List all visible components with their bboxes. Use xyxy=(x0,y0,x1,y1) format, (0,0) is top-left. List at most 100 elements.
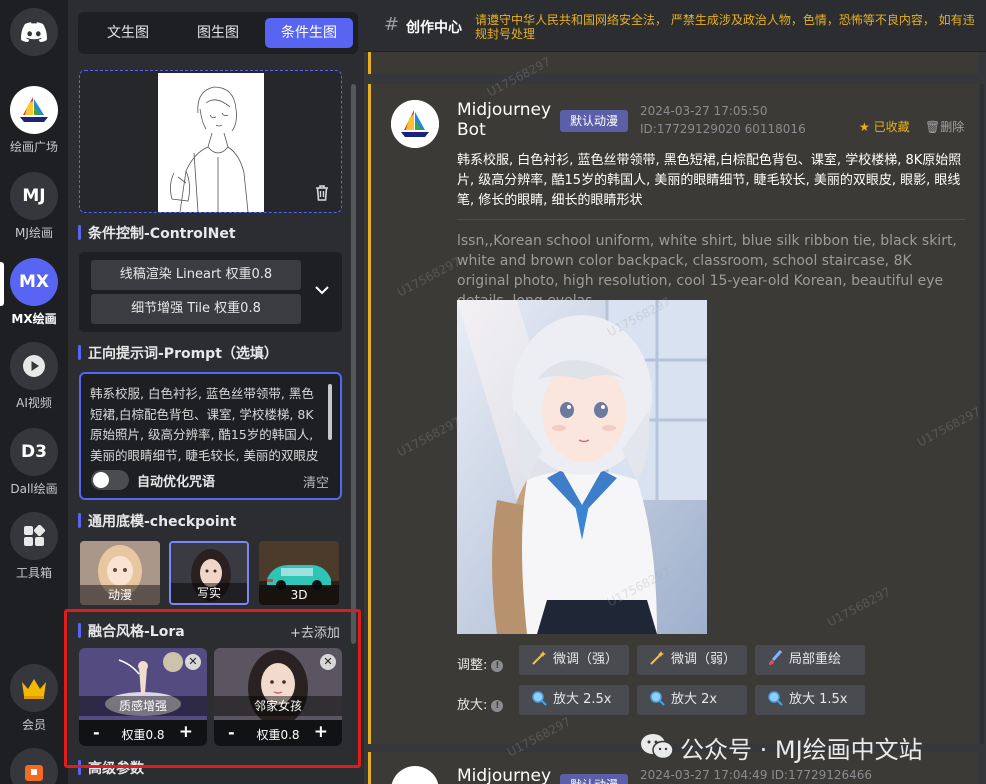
main-area: # 创作中心 请遵守中华人民共和国网络安全法， 严禁生成涉及政治人物，色情，恐怖… xyxy=(364,0,986,784)
wechat-watermark: 公众号 · MJ绘画中文站 xyxy=(640,726,970,766)
gift-icon xyxy=(10,748,58,784)
star-icon: ★ xyxy=(859,120,870,134)
controlnet-lineart-item[interactable]: 线稿渲染 Lineart 权重0.8 xyxy=(91,260,301,290)
notice-text: 请遵守中华人民共和国网络安全法， 严禁生成涉及政治人物，色情，恐怖等不良内容， … xyxy=(475,13,975,41)
card-meta: 2024-03-27 17:04:49 ID:17729126466 xyxy=(640,768,873,782)
style-badge: 默认动漫 xyxy=(560,774,629,784)
vary-strong-button[interactable]: 微调（强） xyxy=(519,645,629,675)
rail-label: 会员 xyxy=(21,718,46,732)
rail-label: MX绘画 xyxy=(11,312,57,326)
wechat-icon xyxy=(641,734,674,760)
rail-item-vip[interactable]: 会员 xyxy=(0,664,68,733)
brush-icon xyxy=(769,650,783,665)
wechat-label: 公众号 · MJ绘画中文站 xyxy=(680,736,923,764)
rail-item-mj[interactable]: MJ MJ绘画 xyxy=(0,172,68,241)
divider xyxy=(457,219,965,220)
model-3d[interactable]: 3D xyxy=(259,541,339,605)
prompt-title: 正向提示词-Prompt（选填） xyxy=(78,343,278,363)
bot-avatar xyxy=(391,766,439,784)
grid-icon xyxy=(10,512,58,560)
controlnet-box[interactable]: 线稿渲染 Lineart 权重0.8 细节增强 Tile 权重0.8 xyxy=(79,252,342,332)
rail-item-tools[interactable]: 工具箱 xyxy=(0,512,68,581)
rail-item-mx[interactable]: MX MX绘画 xyxy=(0,258,68,327)
card-meta: 2024-03-27 17:05:50 ID:17729129020 60118… xyxy=(640,104,806,136)
play-icon xyxy=(10,342,58,390)
prompt-cn: 韩系校服, 白色衬衫, 蓝色丝带领带, 黑色短裙,白棕配色背包、课室, 学校楼梯… xyxy=(457,153,962,208)
bot-name: Midjourney xyxy=(457,766,552,784)
help-icon[interactable]: ! xyxy=(491,660,504,672)
inpaint-button[interactable]: 局部重绘 xyxy=(755,645,865,675)
lineart-sketch-image xyxy=(158,73,264,212)
tab-conditional[interactable]: 条件生图 xyxy=(265,18,353,48)
main-scrollbar[interactable] xyxy=(980,84,984,744)
upscale-1.5x-button[interactable]: 放大 1.5x xyxy=(755,685,865,715)
rail-item-more[interactable] xyxy=(0,748,68,784)
favorite-button[interactable]: ★ 已收藏 xyxy=(859,118,910,135)
sailboat-logo-icon xyxy=(10,86,58,134)
bot-name: Midjourney Bot xyxy=(457,100,552,140)
hash-icon: # xyxy=(384,14,400,35)
left-rail: 绘画广场 MJ MJ绘画 MX MX绘画 AI视频 D3 Dall绘画 工具箱 xyxy=(0,0,68,784)
magic-wand-icon xyxy=(532,651,546,665)
adjust-label: 调整:! xyxy=(457,654,504,673)
controlnet-title: 条件控制-ControlNet xyxy=(78,223,236,243)
bot-avatar xyxy=(391,100,439,148)
auto-optimize-label: 自动优化咒语 xyxy=(137,475,216,490)
chevron-down-icon[interactable] xyxy=(314,282,330,298)
mode-tabs: 文生图 图生图 条件生图 xyxy=(78,12,358,54)
card-accent xyxy=(368,52,371,74)
upscale-label: 放大 1.5x xyxy=(789,692,848,707)
prompt-scrollbar[interactable] xyxy=(328,384,332,440)
upscale-label-text: 放大: xyxy=(457,698,488,713)
rail-label: 绘画广场 xyxy=(9,140,58,154)
trash-icon: 🗑 xyxy=(925,120,941,134)
favorite-label: 已收藏 xyxy=(873,120,910,134)
style-badge: 默认动漫 xyxy=(560,110,629,132)
trash-icon[interactable] xyxy=(313,184,331,202)
result-card: Midjourney Bot 默认动漫 2024-03-27 17:05:50 … xyxy=(368,84,978,744)
clear-button[interactable]: 清空 xyxy=(303,472,329,491)
discord-icon xyxy=(10,8,58,56)
vary-subtle-button[interactable]: 微调（弱） xyxy=(637,645,747,675)
generated-image[interactable] xyxy=(457,300,707,634)
vary-strong-label: 微调（强） xyxy=(553,652,619,667)
model-anime[interactable]: 动漫 xyxy=(80,541,160,605)
image-upload-area[interactable] xyxy=(79,70,342,213)
tab-img2img[interactable]: 图生图 xyxy=(174,18,262,48)
adjust-label-text: 调整: xyxy=(457,658,488,673)
rail-label: AI视频 xyxy=(16,396,52,410)
upscale-label: 放大 2.5x xyxy=(553,692,612,707)
upscale-label: 放大 2x xyxy=(671,692,718,707)
mj-icon: MJ xyxy=(10,172,58,220)
help-icon[interactable]: ! xyxy=(491,700,504,712)
rail-label: Dall绘画 xyxy=(10,482,58,496)
prompt-textarea[interactable]: 韩系校服, 白色衬衫, 蓝色丝带领带, 黑色短裙,白棕配色背包、课室, 学校楼梯… xyxy=(79,372,342,500)
rail-item-video[interactable]: AI视频 xyxy=(0,342,68,411)
app-root: 绘画广场 MJ MJ绘画 MX MX绘画 AI视频 D3 Dall绘画 工具箱 xyxy=(0,0,986,784)
upscale-2x-button[interactable]: 放大 2x xyxy=(637,685,747,715)
rail-item-dall[interactable]: D3 Dall绘画 xyxy=(0,428,68,497)
delete-label: 删除 xyxy=(940,120,965,134)
rail-label: 工具箱 xyxy=(15,566,52,580)
model-label: 动漫 xyxy=(80,585,160,605)
checkpoint-title: 通用底模-checkpoint xyxy=(78,511,236,531)
crown-icon xyxy=(10,664,58,712)
model-label: 3D xyxy=(259,585,339,605)
previous-card xyxy=(368,52,978,74)
controlnet-tile-item[interactable]: 细节增强 Tile 权重0.8 xyxy=(91,294,301,324)
panel-scrollbar[interactable] xyxy=(351,84,356,644)
topbar: # 创作中心 请遵守中华人民共和国网络安全法， 严禁生成涉及政治人物，色情，恐怖… xyxy=(364,0,986,52)
auto-optimize-toggle[interactable] xyxy=(91,470,129,490)
magic-wand-icon xyxy=(650,651,664,665)
magnifier-icon xyxy=(768,691,783,706)
highlight-box xyxy=(64,609,361,768)
page-title: 创作中心 xyxy=(406,20,462,36)
tab-text2img[interactable]: 文生图 xyxy=(84,18,172,48)
model-realistic[interactable]: 写实 xyxy=(169,541,249,605)
rail-item-gallery[interactable]: 绘画广场 xyxy=(0,86,68,155)
rail-label: MJ绘画 xyxy=(15,226,53,240)
prompt-text[interactable]: 韩系校服, 白色衬衫, 蓝色丝带领带, 黑色短裙,白棕配色背包、课室, 学校楼梯… xyxy=(90,384,322,466)
discord-home-button[interactable] xyxy=(0,8,68,56)
upscale-2.5x-button[interactable]: 放大 2.5x xyxy=(519,685,629,715)
delete-button[interactable]: 🗑删除 xyxy=(925,118,964,135)
